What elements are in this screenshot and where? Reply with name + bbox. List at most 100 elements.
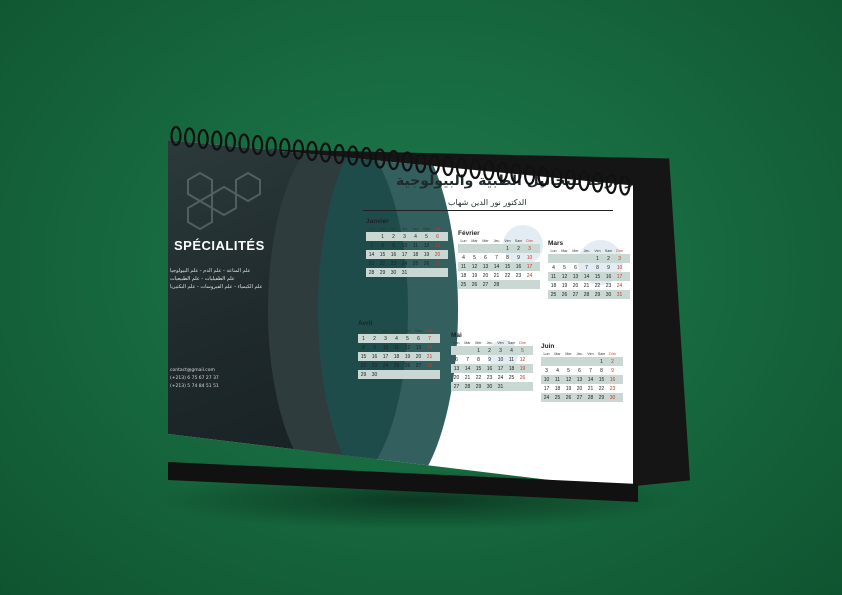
day-cell: 8 [596,264,599,271]
month-block: Janvier Lun Mar Mer Jeu Ven Sam Dim 1 2 3 4 5 6 7 8 9 10 1… [366,218,448,277]
day-cell: 23 [486,374,493,381]
day-cell: 28 [493,281,500,288]
spiral-ring [292,139,304,160]
day-cell: 13 [415,344,422,351]
day-cell: 25 [393,362,400,369]
day-cell: 13 [482,263,489,270]
week-row: 15 16 17 18 19 20 21 [358,352,440,361]
day-cell: 17 [497,365,504,372]
day-cell: 20 [434,251,441,258]
week-row: 17 18 19 20 21 22 23 [541,384,623,393]
spiral-ring [211,130,223,151]
day-cell: 24 [497,374,504,381]
day-cell: 19 [561,282,568,289]
day-cell: 1 [477,347,480,354]
contact-phone: (+213) 6 75 67 27 37 [170,376,219,381]
day-cell: 24 [526,272,533,279]
day-cell: 6 [455,356,458,363]
day-cell: 1 [362,335,365,342]
day-cell: 18 [554,385,561,392]
day-cell: 31 [616,291,623,298]
weekday-label: Lun [360,329,367,333]
spiral-ring [184,127,196,148]
specialty-line: علم الطفيليات - علم الطبيعيات [170,276,235,282]
day-cell: 14 [587,376,594,383]
day-cell: 7 [589,367,592,374]
day-cell: 6 [436,233,439,240]
day-cell: 9 [373,344,376,351]
day-cell: 16 [486,365,493,372]
day-cell: 23 [605,282,612,289]
weekday-header: Lun Mar Mer Jeu Ven Sam Dim [358,329,440,333]
week-row: 18 19 20 21 22 23 24 [458,271,540,280]
weekday-label: Dim [609,352,616,356]
day-cell: 10 [382,344,389,351]
week-row: 25 26 27 28 29 30 31 [548,290,630,299]
day-cell: 27 [434,260,441,267]
day-cell: 29 [360,371,367,378]
weekday-label: Mar [371,329,378,333]
day-cell: 29 [379,269,386,276]
day-cell: 12 [565,376,572,383]
day-cell: 4 [414,233,417,240]
weekday-label: Ven [412,227,419,231]
day-cell: 21 [583,282,590,289]
day-cell: 20 [576,385,583,392]
week-row: 7 8 9 10 11 12 13 [366,241,448,250]
week-row: 3 4 5 6 7 8 9 [541,366,623,375]
day-cell: 11 [460,263,467,270]
week-row: 22 23 24 25 26 27 28 [358,361,440,370]
day-cell: 13 [576,376,583,383]
weekday-label: Mar [471,239,478,243]
week-row: 28 29 30 31 [366,268,448,277]
day-cell: 7 [585,264,588,271]
weekday-header: Lun Mar Mer Jeu Ven Sam Dim [366,227,448,231]
weekday-label: Lun [368,227,375,231]
day-cell: 9 [517,254,520,261]
day-cell: 16 [609,376,616,383]
spiral-ring [415,152,427,174]
day-cell: 18 [460,272,467,279]
day-cell: 27 [415,362,422,369]
day-cell: 18 [550,282,557,289]
week-row: 1 2 3 [458,244,540,253]
week-row: 6 7 8 9 10 11 12 [451,355,533,364]
day-cell: 29 [475,383,482,390]
weekday-label: Mer [482,239,489,243]
weekday-label: Mar [379,227,386,231]
day-cell: 24 [401,260,408,267]
day-cell: 27 [572,291,579,298]
weekday-label: Sam [422,227,431,231]
day-cell: 20 [415,353,422,360]
weekday-label: Mer [565,352,572,356]
weekday-label: Mar [554,352,561,356]
weekday-label: Ven [404,329,411,333]
weekday-label: Mar [561,249,568,253]
day-cell: 21 [587,385,594,392]
day-cell: 15 [379,251,386,258]
day-cell: 7 [466,356,469,363]
day-cell: 31 [497,383,504,390]
day-cell: 6 [578,367,581,374]
week-row: 11 12 13 14 15 16 17 [548,272,630,281]
day-cell: 1 [596,255,599,262]
weekday-label: Sam [507,341,516,345]
weekday-label: Sam [604,249,613,253]
day-cell: 26 [519,374,526,381]
day-cell: 11 [412,242,419,249]
week-row: 13 14 15 16 17 18 19 [451,364,533,373]
day-cell: 22 [598,385,605,392]
day-cell: 19 [565,385,572,392]
weekday-label: Jeu [401,227,408,231]
day-cell: 7 [428,335,431,342]
day-cell: 5 [425,233,428,240]
day-cell: 20 [453,374,460,381]
day-cell: 12 [519,356,526,363]
spiral-ring [605,173,617,195]
day-cell: 15 [504,263,511,270]
week-row: 25 26 27 28 [458,280,540,289]
weekday-label: Ven [497,341,504,345]
day-cell: 16 [390,251,397,258]
day-cell: 10 [543,376,550,383]
day-cell: 10 [497,356,504,363]
